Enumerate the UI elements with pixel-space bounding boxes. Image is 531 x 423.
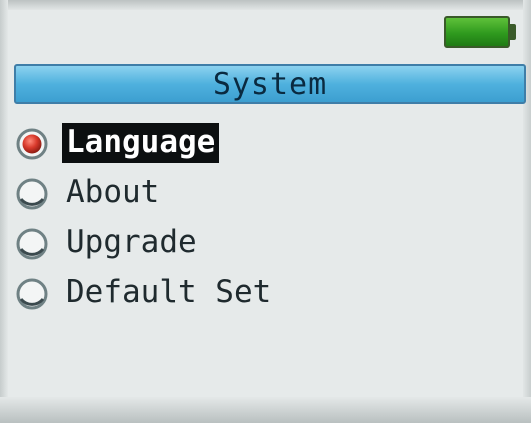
menu-item-label: Upgrade: [66, 224, 197, 260]
menu-item-upgrade[interactable]: Upgrade: [12, 218, 492, 268]
radio-empty-icon: [12, 273, 52, 313]
system-menu: Language About Upgrade Default Set: [12, 118, 492, 318]
page-title: System: [212, 66, 328, 102]
radio-empty-icon: [12, 173, 52, 213]
menu-item-label: About: [66, 174, 160, 210]
menu-item-label: Language: [62, 123, 220, 163]
radio-empty-icon: [12, 223, 52, 263]
screen-bezel-bottom: [0, 397, 531, 423]
title-bar: System: [14, 64, 526, 104]
menu-item-label: Default Set: [66, 274, 272, 310]
device-screen: System Language About Upgrade Default Se…: [0, 0, 531, 423]
battery-full-icon: [444, 16, 510, 48]
radio-selected-icon: [12, 123, 52, 163]
battery-terminal: [510, 24, 516, 40]
menu-item-about[interactable]: About: [12, 168, 492, 218]
screen-bezel-left: [0, 0, 8, 423]
screen-bezel-top: [0, 0, 531, 10]
menu-item-default-set[interactable]: Default Set: [12, 268, 492, 318]
menu-item-language[interactable]: Language: [12, 118, 492, 168]
